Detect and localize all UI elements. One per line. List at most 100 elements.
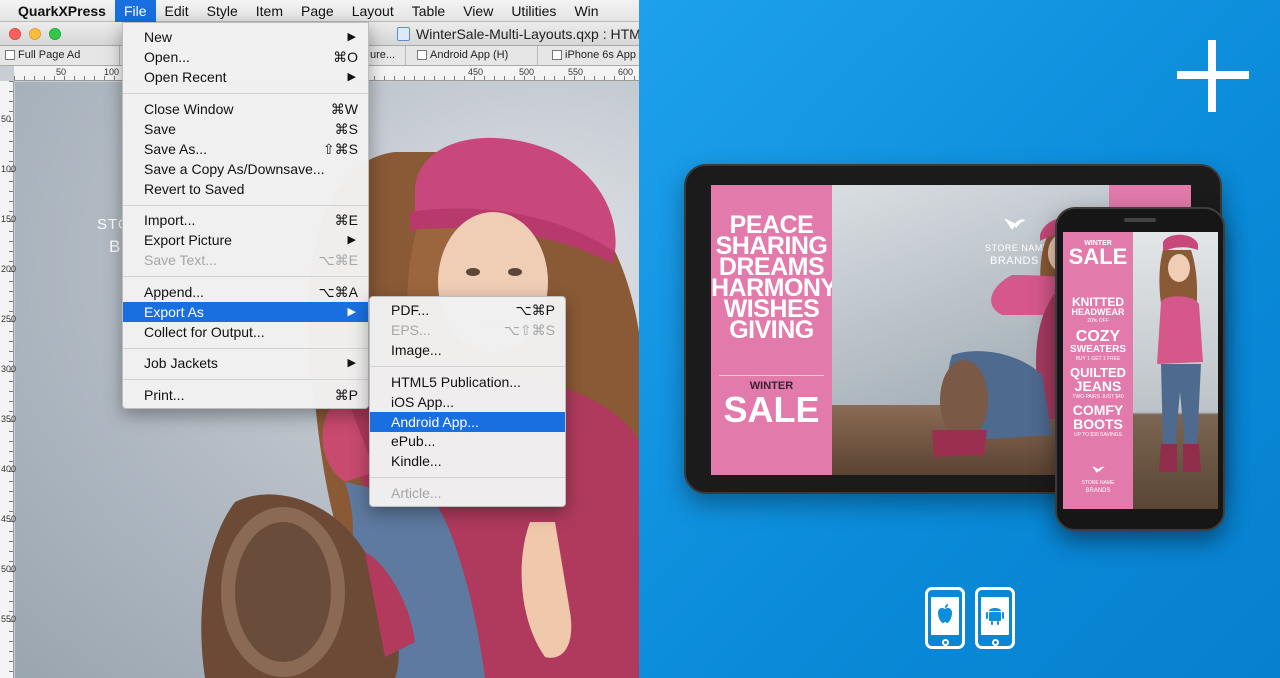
close-window-button[interactable] xyxy=(9,28,21,40)
vertical-ruler: 50 100 150 200 250 300 350 400 450 500 5… xyxy=(0,81,17,678)
menu-item-open-recent[interactable]: Open Recent ▶ xyxy=(123,67,368,87)
phone-device: WINTER SALE KNITTED HEADWEAR 20% OFF COZ… xyxy=(1055,207,1225,531)
phone-speaker xyxy=(1124,218,1156,222)
menu-view[interactable]: View xyxy=(454,0,502,22)
tablet-word-list: PEACE SHARING DREAMS HARMONY WISHES GIVI… xyxy=(711,213,837,343)
menu-item-close-window[interactable]: Close Window ⌘W xyxy=(123,99,368,119)
menu-item-open[interactable]: Open... ⌘O xyxy=(123,47,368,67)
phone-screen: WINTER SALE KNITTED HEADWEAR 20% OFF COZ… xyxy=(1063,232,1218,509)
layout-icon xyxy=(5,50,15,60)
submenu-arrow-icon: ▶ xyxy=(347,234,356,246)
app-menu[interactable]: QuarkXPress xyxy=(0,3,115,19)
plus-icon xyxy=(1177,40,1249,112)
menu-item-label: Collect for Output... xyxy=(144,324,265,340)
layout-tab-iphone-app[interactable]: iPhone 6s App xyxy=(547,46,639,65)
layout-tab-label: Full Page Ad xyxy=(18,49,81,61)
layout-icon xyxy=(417,50,427,60)
menu-item-save-as[interactable]: Save As... ⇧⌘S xyxy=(123,139,368,159)
menu-window[interactable]: Win xyxy=(565,0,607,22)
menu-item-job-jackets[interactable]: Job Jackets ▶ xyxy=(123,353,368,373)
ruler-label: 200 xyxy=(1,264,17,274)
menu-style[interactable]: Style xyxy=(198,0,247,22)
ruler-label: 100 xyxy=(104,67,120,77)
menu-item-save-copy[interactable]: Save a Copy As/Downsave... xyxy=(123,159,368,179)
phone-item-title2: BOOTS xyxy=(1073,416,1123,432)
menu-item-export-html5[interactable]: HTML5 Publication... xyxy=(370,372,565,392)
phone-ad-panel: WINTER SALE KNITTED HEADWEAR 20% OFF COZ… xyxy=(1063,232,1133,509)
menu-item-collect-output[interactable]: Collect for Output... xyxy=(123,322,368,342)
menu-utilities[interactable]: Utilities xyxy=(502,0,565,22)
menu-item-shortcut: ⌘O xyxy=(333,49,358,65)
menu-item-label: Revert to Saved xyxy=(144,181,245,197)
phone-item-sub: 20% OFF xyxy=(1087,318,1109,324)
android-phone-icon xyxy=(975,587,1015,649)
menu-item-label: Save As... xyxy=(144,141,208,157)
menu-item-label: PDF... xyxy=(391,302,430,318)
menu-item-print[interactable]: Print... ⌘P xyxy=(123,385,368,405)
menu-separator xyxy=(123,348,368,349)
menu-item-save-text: Save Text... ⌥⌘E xyxy=(123,250,368,270)
submenu-arrow-icon: ▶ xyxy=(347,306,356,318)
menu-item-export-pdf[interactable]: PDF... ⌥⌘P xyxy=(370,300,565,320)
menu-item-export-image[interactable]: Image... xyxy=(370,340,565,360)
ruler-label: 50 xyxy=(56,67,67,77)
zoom-window-button[interactable] xyxy=(49,28,61,40)
phone-item-sub: TWO PAIRS JUST $40 xyxy=(1072,394,1124,400)
menu-layout[interactable]: Layout xyxy=(343,0,403,22)
ad-brands: BRANDS xyxy=(1085,488,1111,494)
ruler-label: 100 xyxy=(1,164,17,174)
menu-item-export-eps: EPS... ⌥⇧⌘S xyxy=(370,320,565,340)
apple-logo-icon xyxy=(938,604,952,623)
ruler-label: 450 xyxy=(468,67,484,77)
ruler-label: 50 xyxy=(1,114,12,124)
document-icon xyxy=(397,27,410,41)
ruler-label: 450 xyxy=(1,514,17,524)
document-title: WinterSale-Multi-Layouts.qxp : HTM xyxy=(397,26,639,42)
ad-store-name: STORE NAME xyxy=(1081,480,1115,486)
menu-item-new[interactable]: New ▶ xyxy=(123,27,368,47)
layout-tab-android-app[interactable]: Android App (H) xyxy=(412,46,538,65)
phone-item-title2: HEADWEAR xyxy=(1071,307,1125,317)
menu-item-export-android[interactable]: Android App... xyxy=(370,412,565,432)
phone-item-sub: BUY 1 GET 1 FREE xyxy=(1075,356,1121,362)
menu-item-export-picture[interactable]: Export Picture ▶ xyxy=(123,230,368,250)
menu-file[interactable]: File xyxy=(114,0,156,22)
menu-item-import[interactable]: Import... ⌘E xyxy=(123,210,368,230)
ruler-label: 600 xyxy=(618,67,634,77)
menu-item-shortcut: ⌘W xyxy=(330,101,358,117)
ad-sale-label: SALE xyxy=(723,389,820,430)
menu-item-shortcut: ⌘E xyxy=(334,212,358,228)
menu-item-shortcut: ⇧⌘S xyxy=(322,141,358,157)
ad-sale-label: SALE xyxy=(1068,244,1128,269)
submenu-arrow-icon: ▶ xyxy=(347,357,356,369)
menu-table[interactable]: Table xyxy=(403,0,454,22)
minimize-window-button[interactable] xyxy=(29,28,41,40)
menu-item-label: Print... xyxy=(144,387,185,403)
phone-item-title: COMFY xyxy=(1072,402,1124,418)
menu-item[interactable]: Item xyxy=(247,0,292,22)
menu-item-label: Export As xyxy=(144,304,204,320)
menu-page[interactable]: Page xyxy=(292,0,343,22)
menu-item-save[interactable]: Save ⌘S xyxy=(123,119,368,139)
menu-item-revert[interactable]: Revert to Saved xyxy=(123,179,368,199)
menu-item-label: New xyxy=(144,29,173,45)
menu-item-append[interactable]: Append... ⌥⌘A xyxy=(123,282,368,302)
menu-item-shortcut: ⌥⇧⌘S xyxy=(503,322,555,338)
menu-separator xyxy=(123,276,368,277)
menu-item-export-kindle[interactable]: Kindle... xyxy=(370,451,565,471)
menu-item-export-epub[interactable]: ePub... xyxy=(370,431,565,451)
canvas-brand-name: B xyxy=(109,237,122,256)
divider xyxy=(719,375,824,376)
layout-tab-full-page-ad[interactable]: Full Page Ad xyxy=(0,46,120,65)
menu-separator xyxy=(370,366,565,367)
menu-item-shortcut: ⌘P xyxy=(334,387,358,403)
file-menu-dropdown: New ▶ Open... ⌘O Open Recent ▶ Close Window… xyxy=(122,22,369,409)
menu-item-export-as[interactable]: Export As ▶ xyxy=(123,302,368,322)
menu-item-shortcut: ⌘S xyxy=(334,121,358,137)
menu-item-label: Kindle... xyxy=(391,453,442,469)
menu-item-label: iOS App... xyxy=(391,394,455,410)
menu-item-shortcut: ⌥⌘P xyxy=(515,302,555,318)
phone-item-title2: SWEATERS xyxy=(1070,344,1126,355)
menu-item-export-ios[interactable]: iOS App... xyxy=(370,392,565,412)
menu-edit[interactable]: Edit xyxy=(156,0,198,22)
